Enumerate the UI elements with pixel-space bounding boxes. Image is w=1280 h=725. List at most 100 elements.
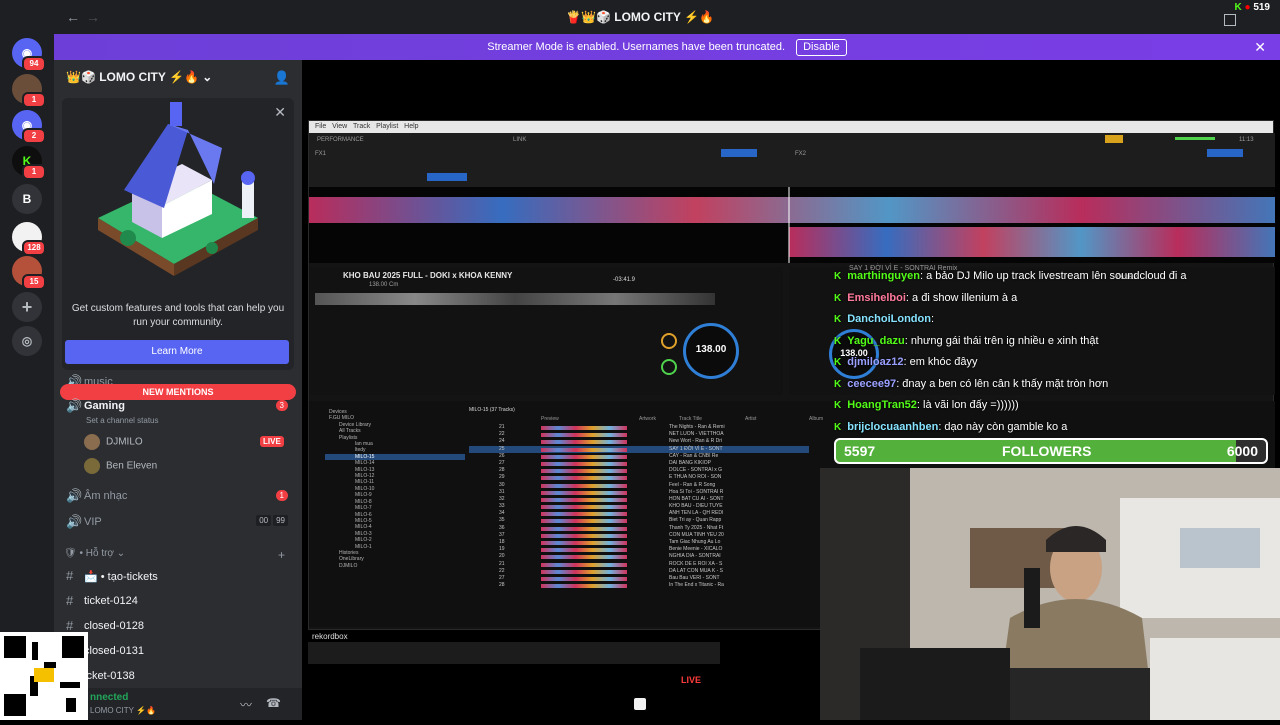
track-number: 32 xyxy=(499,495,505,502)
server-icon[interactable]: 1 xyxy=(12,74,46,108)
track-number: 19 xyxy=(499,546,505,553)
track-preview-waveform xyxy=(541,433,627,438)
deck-1-jog[interactable]: 138.00 xyxy=(683,323,739,379)
track-row[interactable]: 36 Thanh Ty 2025 - Nhat Ft xyxy=(469,525,809,532)
track-row[interactable]: 34 ANH TEN LA - QH REDI xyxy=(469,510,809,517)
free-badge xyxy=(1105,135,1123,143)
track-row[interactable]: 21 The Nights - Ran & Remi xyxy=(469,424,809,431)
chat-username: HoangTran52 xyxy=(847,399,917,411)
explore-icon[interactable]: ◎ xyxy=(12,326,42,356)
track-title: DA LAT CON MUA K - S xyxy=(669,567,723,574)
username: Ben Eleven xyxy=(106,460,158,472)
track-title: Thanh Ty 2025 - Nhat Ft xyxy=(669,524,724,531)
channel-ticket[interactable]: # closed-0131 xyxy=(54,641,302,663)
voice-user[interactable]: Ben Eleven xyxy=(84,458,157,474)
track-row[interactable]: 26 CAY - Ran & CNBI Re xyxy=(469,453,809,460)
add-channel-icon[interactable]: + xyxy=(278,548,285,562)
track-row[interactable]: 37 CON MUA TINH YEU 20 xyxy=(469,532,809,539)
disable-button[interactable]: Disable xyxy=(796,39,847,56)
channel-ticket[interactable]: # ticket-0124 xyxy=(54,591,302,613)
track-number: 27 xyxy=(499,574,505,581)
invite-people-icon[interactable]: 👤 xyxy=(274,70,290,86)
channel-status[interactable]: Set a channel status xyxy=(86,416,159,425)
disconnect-icon[interactable]: ☎ xyxy=(266,696,281,710)
track-row[interactable]: 22 NET LUON - VIETTHOA xyxy=(469,431,809,438)
mention-badge: 1 xyxy=(275,490,288,501)
voice-user[interactable]: DJMILO xyxy=(84,434,143,450)
discord-home-icon[interactable]: ◉ 94 xyxy=(12,38,46,72)
track-row[interactable]: 25 SAY 1 ĐỜI VÌ E - SONT xyxy=(469,445,809,453)
inbox-icon[interactable] xyxy=(1224,14,1236,26)
track-row[interactable]: 22 DA LAT CON MUA K - S xyxy=(469,568,809,575)
cue-button[interactable] xyxy=(661,333,677,349)
auto-button[interactable] xyxy=(721,149,757,157)
deck-1-bpm: 138.00 Cm xyxy=(369,282,399,288)
auto-button[interactable] xyxy=(1207,149,1243,157)
track-row[interactable]: 24 New Wort - Ran & R Dri xyxy=(469,438,809,445)
avatar xyxy=(84,458,100,474)
mode-label[interactable]: PERFORMANCE xyxy=(317,137,364,143)
kick-icon: K xyxy=(834,292,842,304)
track-row[interactable]: 20 NGHIA DIA - SONTRAI xyxy=(469,553,809,560)
followers-goal-bar: 5597 FOLLOWERS 6000 xyxy=(834,438,1268,464)
track-row[interactable]: 30 Feel - Ran & R Song xyxy=(469,482,809,489)
banner-text: Streamer Mode is enabled. Usernames have… xyxy=(487,41,786,53)
server-icon[interactable]: ◉ 2 xyxy=(12,110,46,144)
play-button[interactable] xyxy=(661,359,677,375)
channel-vip[interactable]: 🔊 VIP 00 99 xyxy=(54,512,302,534)
server-header[interactable]: 👑🎲 LOMO CITY ⚡🔥 ⌄ 👤 xyxy=(54,60,302,96)
server-badge: 94 xyxy=(22,56,46,72)
track-row[interactable]: 21 ROCK DE E ROI XA - S xyxy=(469,561,809,568)
category-ho-tro[interactable]: 🛡 • Hỗ trợ ⌄ + xyxy=(64,548,292,562)
channel-ticket[interactable]: # icket-0138 xyxy=(54,666,302,688)
track-preview-waveform xyxy=(541,461,627,466)
lomo-city-server-icon[interactable]: 15 xyxy=(12,256,46,290)
channel-gaming[interactable]: 🔊 Gaming 3 xyxy=(54,396,302,418)
link-label[interactable]: LINK xyxy=(513,137,526,143)
learn-more-button[interactable]: Learn More xyxy=(65,340,289,364)
track-row[interactable]: 28 DOLCE - SONTRAI x G xyxy=(469,467,809,474)
deck-1-overview xyxy=(315,293,715,305)
track-row[interactable]: 31 Hoa Si Toi - SONTRAI R xyxy=(469,489,809,496)
chat-username: djmiloaz12 xyxy=(847,356,904,368)
track-title: DOLCE - SONTRAI x G xyxy=(669,467,723,474)
clock: 11:13 xyxy=(1239,137,1254,143)
noise-suppression-icon[interactable]: 〰 xyxy=(240,696,252,713)
kick-server-icon[interactable]: K1 xyxy=(12,146,46,180)
track-preview-waveform xyxy=(541,555,627,560)
channel-ticket[interactable]: # closed-0128 xyxy=(54,616,302,638)
streamer-mode-banner: Streamer Mode is enabled. Usernames have… xyxy=(54,34,1280,60)
rekordbox-logo: rekordbox xyxy=(312,632,348,641)
window-title: 🍟👑🎲 LOMO CITY ⚡🔥 xyxy=(566,10,714,24)
server-icon-b[interactable]: B xyxy=(12,184,42,214)
followers-goal: 6000 xyxy=(1226,443,1258,459)
track-number: 22 xyxy=(499,567,505,574)
channel-tao-tickets[interactable]: # 📩 • tạo-tickets xyxy=(54,566,302,588)
track-number: 31 xyxy=(499,488,505,495)
track-row[interactable]: 27 DAI BANG KIKIOP xyxy=(469,460,809,467)
track-title: KHO BAU - DIEU TUYE xyxy=(669,503,723,510)
tree-item[interactable]: DJMILO xyxy=(325,563,465,569)
track-title: New Wort - Ran & R Dri xyxy=(669,438,722,445)
track-row[interactable]: 32 HON BAT CU AI - SONT xyxy=(469,496,809,503)
voice-server: LOMO CITY ⚡🔥 xyxy=(90,706,157,715)
channel-am-nhac[interactable]: 🔊 Âm nhạc 1 xyxy=(54,486,302,508)
track-row[interactable]: 28 In The End x Titanic - Ra xyxy=(469,582,809,589)
close-icon[interactable]: ✕ xyxy=(1254,34,1266,60)
track-row[interactable]: 18 Tam Giac Nhung Au Lo xyxy=(469,539,809,546)
track-row[interactable]: 19 Benie Meenie - XICALO xyxy=(469,546,809,553)
track-row[interactable]: 35 Biet Tri ay - Quan Rapp xyxy=(469,517,809,524)
server-icon[interactable]: 128 xyxy=(12,222,46,256)
add-server-icon[interactable]: + xyxy=(12,292,42,322)
default-button[interactable] xyxy=(427,173,467,181)
chat-username: marthinguyen xyxy=(847,270,920,282)
track-row[interactable]: 29 E THUA NO ROI - SON xyxy=(469,474,809,481)
track-row[interactable]: 33 KHO BAU - DIEU TUYE xyxy=(469,503,809,510)
followers-label: FOLLOWERS xyxy=(1002,443,1092,459)
hash-icon: # xyxy=(66,618,74,633)
track-number: 18 xyxy=(499,539,505,545)
track-number: 24 xyxy=(499,438,505,445)
track-row[interactable]: 27 Bau Bau VERI - SONT xyxy=(469,575,809,582)
channel-name: Gaming xyxy=(84,400,125,412)
close-icon[interactable]: ✕ xyxy=(274,104,286,121)
